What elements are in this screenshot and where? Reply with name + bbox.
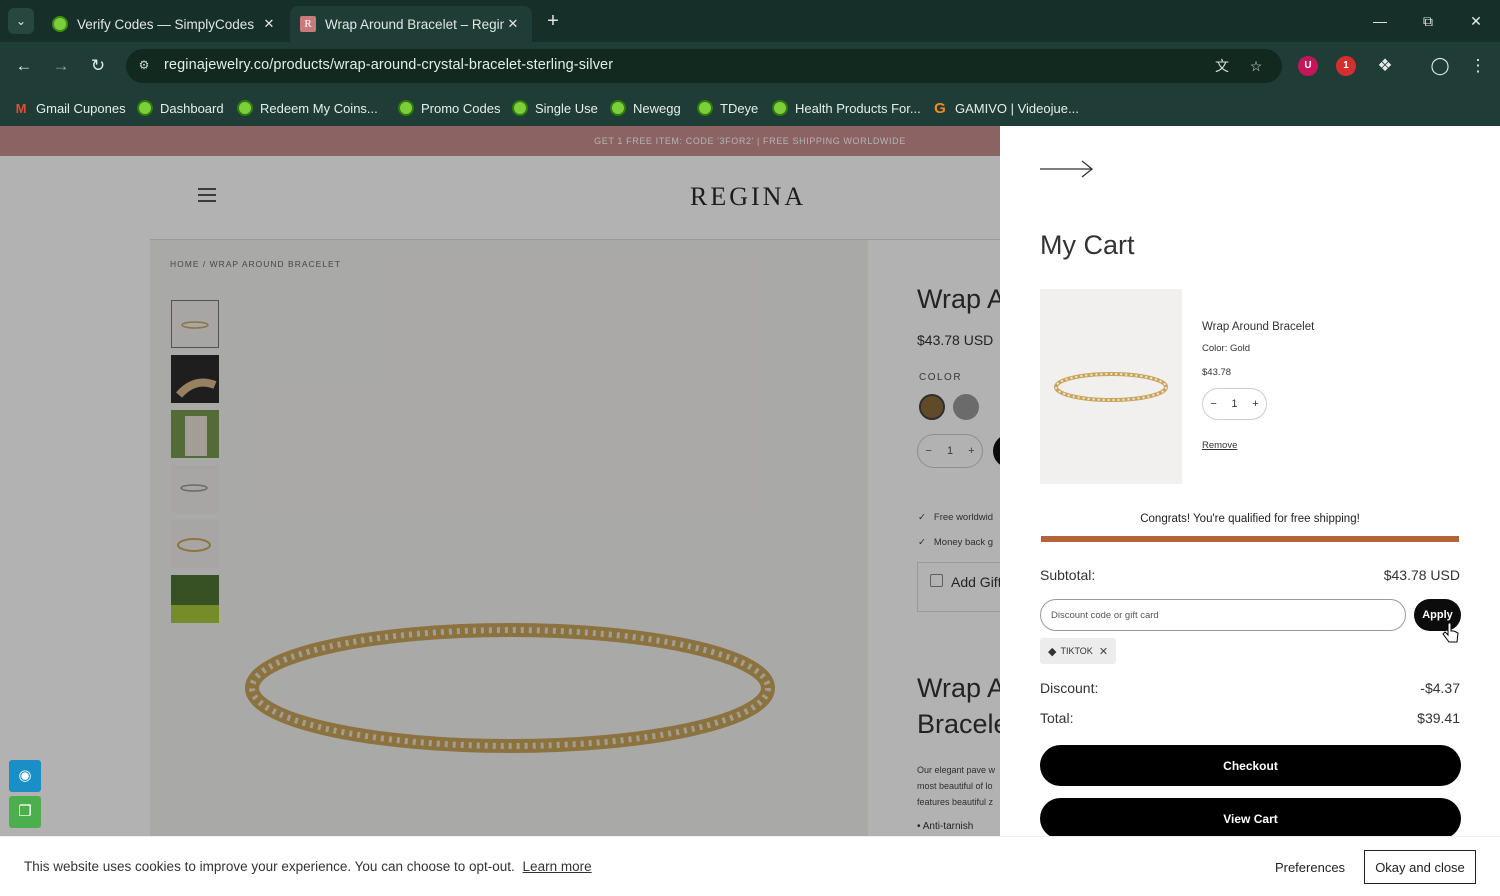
bookmark-label: Promo Codes <box>421 100 501 116</box>
bookmark-redeem[interactable]: Redeem My Coins... <box>237 97 378 119</box>
bookmark-star-icon[interactable]: ☆ <box>1247 57 1265 75</box>
url-text[interactable]: reginajewelry.co/products/wrap-around-cr… <box>164 57 613 73</box>
minimize-icon[interactable]: — <box>1360 8 1400 34</box>
navigation-bar: ← → ↻ ⚙ reginajewelry.co/products/wrap-a… <box>0 42 1500 90</box>
close-tab-icon[interactable]: ✕ <box>504 16 522 32</box>
checkout-button[interactable]: Checkout <box>1040 745 1461 786</box>
simplycodes-favicon-icon <box>52 16 68 32</box>
bookmark-tdeye[interactable]: TDeye <box>697 97 758 119</box>
close-window-icon[interactable]: ✕ <box>1456 8 1496 34</box>
subtotal-value: $43.78 USD <box>1383 567 1460 583</box>
applied-code-text: TIKTOK <box>1060 646 1093 656</box>
tag-icon: ◆ <box>1048 645 1057 658</box>
tab-simplycodes[interactable]: Verify Codes — SimplyCodes ✕ <box>42 6 288 42</box>
cookie-okay-button[interactable]: Okay and close <box>1364 850 1476 884</box>
translate-icon[interactable]: 文 <box>1213 57 1231 75</box>
minus-icon[interactable]: − <box>1210 398 1216 410</box>
bookmark-promo-codes[interactable]: Promo Codes <box>398 97 500 119</box>
cookie-text: This website uses cookies to improve you… <box>24 859 515 874</box>
cart-item-name[interactable]: Wrap Around Bracelet <box>1202 321 1314 333</box>
restore-icon[interactable]: ⧉ <box>1408 8 1448 34</box>
cart-title: My Cart <box>1040 230 1135 260</box>
bookmark-label: Newegg <box>633 100 681 116</box>
extensions-puzzle-icon[interactable]: ❖ <box>1373 54 1397 78</box>
simplycodes-icon <box>772 100 788 116</box>
regina-favicon-icon: R <box>300 16 316 32</box>
simplycodes-icon <box>512 100 528 116</box>
simplycodes-icon <box>237 100 253 116</box>
bookmark-gamivo[interactable]: G GAMIVO | Videojue... <box>932 97 1079 119</box>
site-info-icon[interactable]: ⚙ <box>136 58 152 74</box>
gamivo-icon: G <box>934 99 946 117</box>
bookmark-dashboard[interactable]: Dashboard <box>137 97 224 119</box>
reload-icon[interactable]: ↻ <box>86 54 110 78</box>
menu-kebab-icon[interactable]: ⋮ <box>1466 54 1490 78</box>
cart-item-image[interactable] <box>1040 289 1182 484</box>
bookmark-newegg[interactable]: Newegg <box>610 97 681 119</box>
bookmark-label: GAMIVO | Videojue... <box>955 100 1079 116</box>
free-shipping-message: Congrats! You're qualified for free ship… <box>1140 513 1360 525</box>
discount-value: -$4.37 <box>1420 680 1460 696</box>
website-viewport: GET 1 FREE ITEM: CODE '3FOR2' | FREE SHI… <box>0 126 1500 836</box>
view-cart-button[interactable]: View Cart <box>1040 798 1461 836</box>
bookmark-label: Redeem My Coins... <box>260 100 378 116</box>
simplycodes-icon <box>137 100 153 116</box>
bookmark-gmail-cupones[interactable]: M Gmail Cupones <box>13 97 126 119</box>
progress-fill <box>1041 536 1459 542</box>
bookmark-label: Health Products For... <box>795 100 921 116</box>
simplycodes-icon <box>610 100 626 116</box>
plus-icon[interactable]: + <box>1252 398 1258 410</box>
subtotal-label: Subtotal: <box>1040 567 1096 583</box>
back-icon[interactable]: ← <box>12 54 36 78</box>
bookmark-label: Single Use <box>535 100 598 116</box>
hand-cursor-icon <box>1442 622 1459 643</box>
accessibility-eye-button[interactable]: ◉ <box>9 760 41 792</box>
tab-search-button[interactable]: ⌄ <box>8 8 34 34</box>
extension-icon[interactable]: 1 <box>1336 56 1356 76</box>
bookmark-single-use[interactable]: Single Use <box>512 97 598 119</box>
forward-icon[interactable]: → <box>49 54 73 78</box>
simplycodes-icon <box>697 100 713 116</box>
gmail-icon: M <box>15 100 27 116</box>
remove-code-icon[interactable]: ✕ <box>1099 645 1108 658</box>
discount-label: Discount: <box>1040 680 1099 696</box>
cart-quantity-stepper[interactable]: − 1 + <box>1202 388 1267 420</box>
bookmark-label: Dashboard <box>160 100 224 116</box>
discount-code-input[interactable] <box>1040 599 1406 631</box>
cart-quantity-value: 1 <box>1231 398 1238 410</box>
browser-chrome: ⌄ Verify Codes — SimplyCodes ✕ R Wrap Ar… <box>0 0 1500 126</box>
cart-item-price: $43.78 <box>1202 367 1232 378</box>
remove-item-link[interactable]: Remove <box>1202 440 1237 451</box>
extension-badge: 1 <box>1343 60 1349 71</box>
cart-item-color: Color: Gold <box>1202 343 1251 354</box>
free-shipping-progress-bar <box>1041 536 1459 542</box>
new-tab-button[interactable]: + <box>542 10 564 32</box>
chat-copy-button[interactable]: ❐ <box>9 796 41 828</box>
simplycodes-icon <box>398 100 414 116</box>
bracelet-image-icon <box>1054 372 1168 402</box>
modal-overlay[interactable] <box>0 126 1000 836</box>
close-drawer-arrow-icon[interactable] <box>1040 158 1094 180</box>
close-tab-icon[interactable]: ✕ <box>260 16 278 32</box>
bookmark-label: Gmail Cupones <box>36 100 126 116</box>
cookie-banner: This website uses cookies to improve you… <box>0 836 1500 896</box>
cart-drawer: My Cart Wrap Around Bracelet Color: Gold… <box>1000 126 1500 836</box>
bookmark-label: TDeye <box>720 100 759 116</box>
ublock-extension-icon[interactable]: U <box>1298 56 1318 76</box>
tab-regina[interactable]: R Wrap Around Bracelet – Regina ✕ <box>290 6 532 42</box>
profile-icon[interactable]: ◯ <box>1428 54 1452 78</box>
tab-title: Wrap Around Bracelet – Regina <box>325 16 504 32</box>
address-bar[interactable]: ⚙ reginajewelry.co/products/wrap-around-… <box>126 49 1282 83</box>
bookmarks-bar: M Gmail Cupones Dashboard Redeem My Coin… <box>0 90 1500 126</box>
cookie-preferences-button[interactable]: Preferences <box>1265 851 1355 883</box>
tab-title: Verify Codes — SimplyCodes <box>77 16 255 32</box>
learn-more-link[interactable]: Learn more <box>523 859 592 874</box>
total-value: $39.41 <box>1417 710 1460 726</box>
bookmark-health[interactable]: Health Products For... <box>772 97 921 119</box>
applied-discount-tag: ◆ TIKTOK ✕ <box>1040 638 1117 664</box>
total-label: Total: <box>1040 710 1074 726</box>
tab-strip: ⌄ Verify Codes — SimplyCodes ✕ R Wrap Ar… <box>0 0 1500 42</box>
cookie-message: This website uses cookies to improve you… <box>24 859 592 874</box>
